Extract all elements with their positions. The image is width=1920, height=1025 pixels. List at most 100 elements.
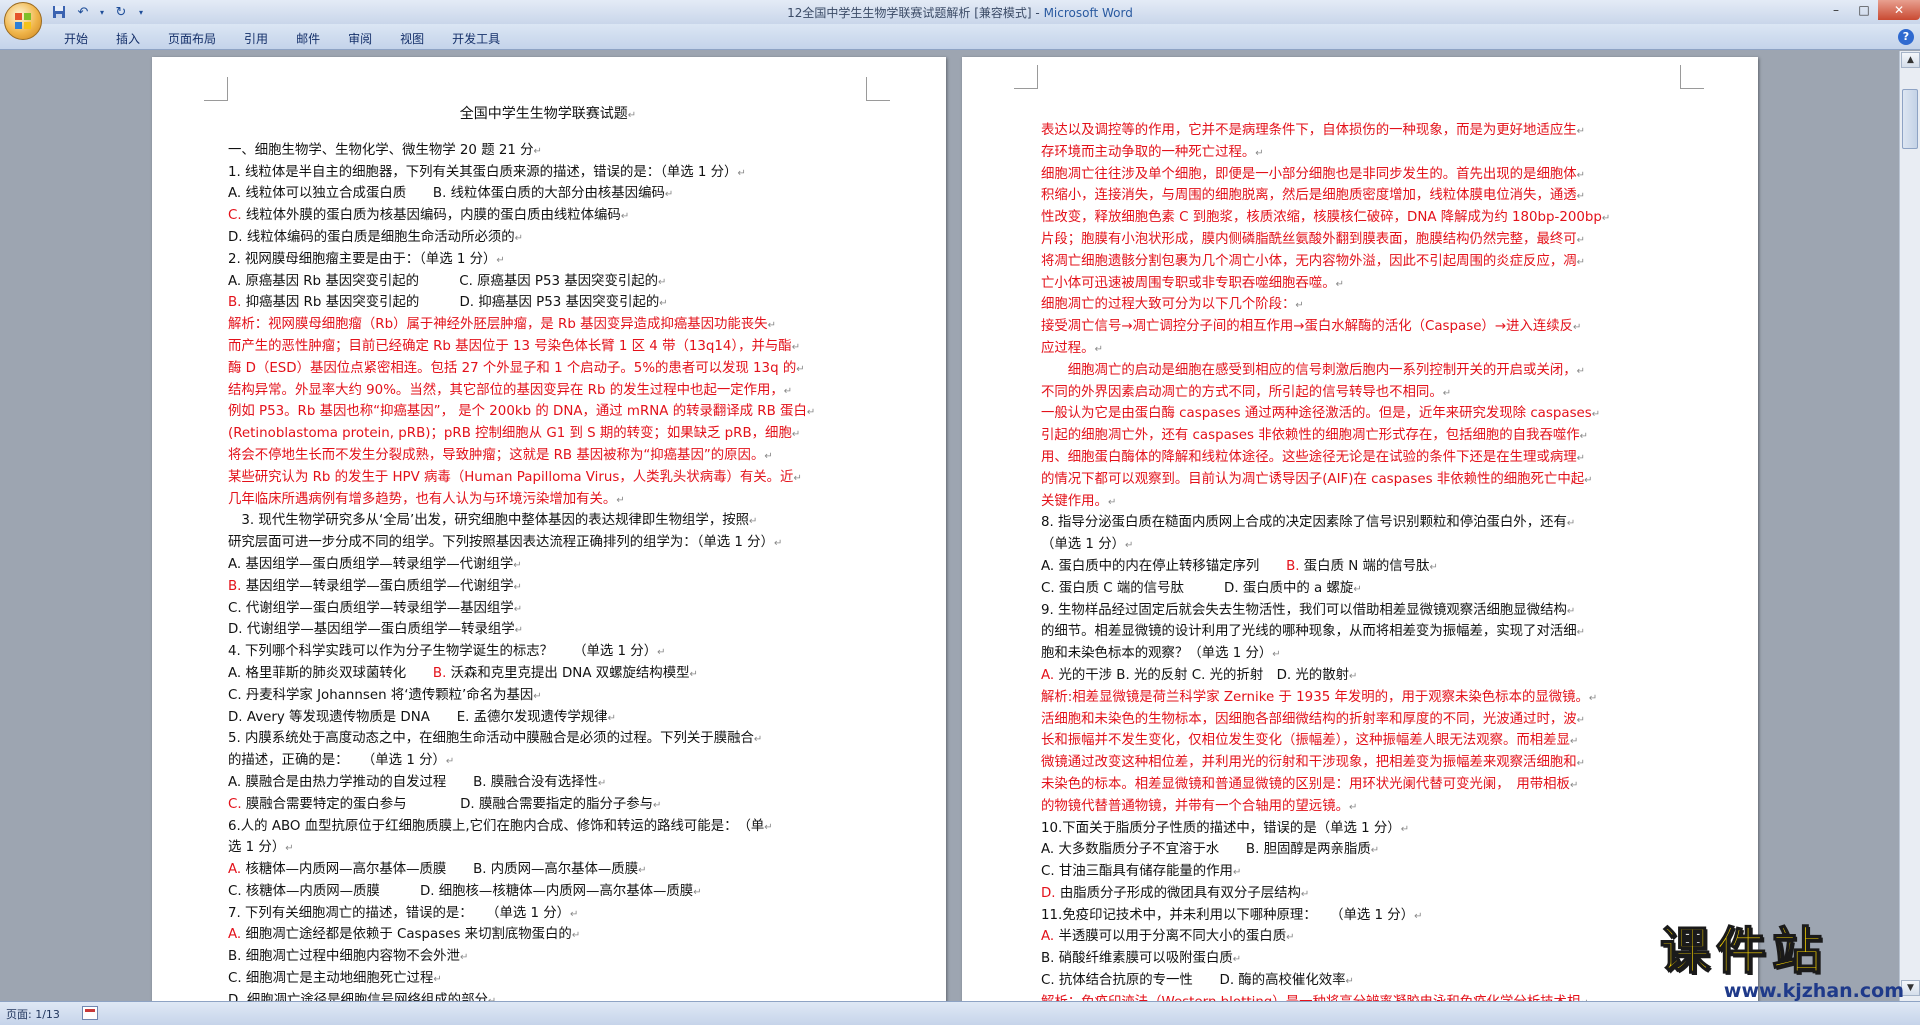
document-line: 11.免疫印记技术中，并未利用以下哪种原理： （单选 1 分）↵: [1041, 907, 1423, 923]
document-line: 细胞凋亡往往涉及单个细胞，即便是一小部分细胞也是非同步发生的。首先出现的是细胞体…: [1041, 166, 1586, 182]
answer-letter: C.: [228, 796, 242, 812]
document-line: 8. 指导分泌蛋白质在糙面内质网上合成的决定因素除了信号识别颗粒和停泊蛋白外，还…: [1041, 515, 1576, 531]
close-icon[interactable]: ✕: [1878, 0, 1920, 20]
ribbon-tab[interactable]: 开始: [50, 28, 102, 49]
page-left[interactable]: 全国中学生生物学联赛试题↵ 一、细胞生物学、生物化学、微生物学 20 题 21 …: [152, 57, 946, 1001]
ribbon-tab[interactable]: 插入: [102, 28, 154, 49]
paragraph-list: 一、细胞生物学、生物化学、微生物学 20 题 21 分↵ 1. 线粒体是半自主的细…: [228, 141, 868, 1001]
scroll-up-icon[interactable]: ▲: [1901, 52, 1920, 68]
document-line: 性改变，释放细胞色素 C 到胞浆，核质浓缩，核膜核仁破碎，DNA 降解成为约 1…: [1041, 210, 1611, 226]
paragraph-mark: ↵: [1348, 670, 1358, 682]
document-line: D. Avery 等发现遗传物质是 DNA E. 孟德尔发现遗传学规律↵: [228, 709, 616, 725]
ribbon-tabs: 开始 插入 页面布局 引用 邮件 审阅 视图 开发工具: [50, 28, 514, 49]
paragraph-mark: ↵: [533, 145, 542, 157]
document-line: C. 核糖体—内质网—质膜 D. 细胞核—核糖体—内质网—高尔基体—质膜↵: [228, 883, 702, 899]
document-line: （单选 1 分）↵: [1041, 537, 1134, 553]
paragraph-mark: ↵: [737, 167, 746, 179]
paragraph-mark: ↵: [533, 690, 542, 702]
paragraph-mark: ↵: [1576, 714, 1586, 726]
paragraph-mark: ↵: [1094, 343, 1103, 355]
document-line: A. 膜融合是由热力学推动的自发过程 B. 膜融合没有选择性↵: [228, 774, 607, 790]
scroll-thumb[interactable]: [1902, 89, 1918, 149]
paragraph-mark: ↵: [1576, 758, 1586, 770]
paragraph-mark: ↵: [767, 320, 776, 332]
paragraph-mark: ↵: [693, 886, 702, 898]
document-line: C. 细胞凋亡是主动地细胞死亡过程↵: [228, 971, 442, 987]
vertical-scrollbar[interactable]: ▲ ▼: [1899, 51, 1920, 1001]
watermark-title: 课件站: [1659, 921, 1828, 981]
document-line: 几年临床所遇病例有增多趋势，也有人认为与环境污染增加有关。↵: [228, 491, 625, 507]
document-line: 9. 生物样品经过固定后就会失去生物活性，我们可以借助相差显微镜观察活细胞显微结…: [1041, 602, 1576, 618]
paragraph-mark: ↵: [1576, 365, 1586, 377]
document-line: A. 基因组学—蛋白质组学—转录组学—代谢组学↵: [228, 556, 522, 572]
paragraph-mark: ↵: [1370, 845, 1380, 857]
document-line: C. 线粒体外膜的蛋白质为核基因编码，内膜的蛋白质由线粒体编码↵: [228, 208, 630, 224]
paragraph-mark: ↵: [514, 625, 524, 637]
ribbon-tab[interactable]: 视图: [386, 28, 438, 49]
paragraph-mark: ↵: [1579, 431, 1589, 443]
crop-mark: [1014, 65, 1038, 89]
office-logo-icon: [15, 13, 31, 29]
paragraph-mark: ↵: [1414, 910, 1423, 922]
document-line: A. 线粒体可以独立合成蛋白质 B. 线粒体蛋白质的大部分由核基因编码↵: [228, 186, 674, 202]
answer-letter: D.: [1041, 885, 1056, 901]
ribbon-tab[interactable]: 引用: [230, 28, 282, 49]
maximize-icon[interactable]: □: [1850, 0, 1878, 20]
office-button[interactable]: [4, 2, 42, 40]
paragraph-mark: ↵: [1569, 736, 1579, 748]
answer-letter: B.: [432, 665, 447, 681]
ribbon-tab[interactable]: 邮件: [282, 28, 334, 49]
document-line: A. 大多数脂质分子不宜溶于水 B. 胆固醇是两亲脂质↵: [1041, 842, 1380, 858]
paragraph-mark: ↵: [1573, 322, 1582, 334]
document-line: 一般认为它是由蛋白酶 caspases 通过两种途径激活的。但是，近年来研究发现…: [1041, 406, 1601, 422]
document-line: B. 基因组学—转录组学—蛋白质组学—代谢组学↵: [228, 578, 522, 594]
document-line: 用、细胞蛋白酶体的降解和线粒体途径。这些途径无论是在试验的条件下还是在生理或病理…: [1041, 449, 1586, 465]
page-number-status[interactable]: 页面: 1/13: [6, 1006, 60, 1022]
paragraph-mark: ↵: [514, 232, 524, 244]
page-right[interactable]: 表达以及调控等的作用，它并不是病理条件下，自体损伤的一种现象，而是为更好地适应生…: [962, 57, 1758, 1001]
paragraph-mark: ↵: [1576, 169, 1586, 181]
paragraph-mark: ↵: [513, 559, 522, 571]
paragraph-mark: ↵: [1576, 126, 1586, 137]
paragraph-mark: ↵: [658, 276, 667, 288]
crop-mark: [866, 77, 890, 101]
document-line: 1. 线粒体是半自主的细胞器，下列有关其蛋白质来源的描述，错误的是：（单选 1 …: [228, 164, 746, 180]
document-line: C. 甘油三酯具有储存能量的作用↵: [1041, 864, 1242, 880]
minimize-icon[interactable]: –: [1822, 0, 1850, 20]
document-line: 微镜通过改变这种相位差，并利用光的衍射和干涉现象，把相差变为振幅差来观察活细胞和…: [1041, 755, 1586, 771]
help-icon[interactable]: ?: [1898, 29, 1914, 45]
document-line: 存环境而主动争取的一种死亡过程。↵: [1041, 144, 1264, 160]
paragraph-mark: ↵: [445, 756, 455, 768]
ribbon-tab[interactable]: 审阅: [334, 28, 386, 49]
document-line: 研究层面可进一步分成不同的组学。下列按照基因表达流程正确排列的组学为：（单选 1…: [228, 535, 783, 551]
paragraph-mark: ↵: [1601, 213, 1611, 225]
paragraph-mark: ↵: [1348, 801, 1358, 813]
paragraph-mark: ↵: [459, 952, 469, 964]
document-line: B. 细胞凋亡过程中细胞内容物不会外泄↵: [228, 949, 469, 965]
paragraph-mark: ↵: [1353, 583, 1362, 595]
ribbon-tab[interactable]: 页面布局: [154, 28, 230, 49]
document-line: 的细节。相差显微镜的设计利用了光线的哪种现象，从而将相差变为振幅差，实现了对活细…: [1041, 624, 1586, 640]
paragraph-mark: ↵: [607, 712, 616, 724]
document-line: A. 格里菲斯的肺炎双球菌转化 B. 沃森和克里克提出 DNA 双螺旋结构模型↵: [228, 665, 698, 681]
paragraph-mark: ↵: [664, 189, 674, 201]
document-line: C. 代谢组学—蛋白质组学—转录组学—基因组学↵: [228, 600, 523, 616]
paragraph-mark: ↵: [1232, 954, 1242, 966]
answer-letter: C.: [228, 208, 242, 224]
ribbon-tab[interactable]: 开发工具: [438, 28, 514, 49]
document-line: 细胞凋亡的过程大致可分为以下几个阶段：↵: [1041, 297, 1304, 313]
paragraph-mark: ↵: [806, 407, 816, 419]
document-text[interactable]: 表达以及调控等的作用，它并不是病理条件下，自体损伤的一种现象，而是为更好地适应生…: [1041, 121, 1681, 1001]
paragraph-mark: ↵: [513, 581, 522, 593]
proofing-icon[interactable]: [82, 1006, 98, 1020]
paragraph-mark: ↵: [796, 363, 805, 375]
document-line: D. 线粒体编码的蛋白质是细胞生命活动所必须的↵: [228, 229, 524, 245]
paragraph-mark: ↵: [1295, 300, 1304, 312]
paragraph-mark: ↵: [1591, 409, 1601, 421]
document-line: D. 代谢组学—基因组学—蛋白质组学—转录组学↵: [228, 622, 524, 638]
document-line: 5. 内膜系统处于高度动态之中，在细胞生命活动中膜融合是必须的过程。下列关于膜融…: [228, 731, 763, 747]
document-text[interactable]: 全国中学生生物学联赛试题↵ 一、细胞生物学、生物化学、微生物学 20 题 21 …: [228, 104, 868, 1001]
answer-letter: A.: [1041, 929, 1055, 945]
document-line: 未染色的标本。相差显微镜和普通显微镜的区别是：用环状光阑代替可变光阑， 用带相板…: [1041, 776, 1579, 792]
paragraph-mark: ↵: [1566, 518, 1576, 530]
